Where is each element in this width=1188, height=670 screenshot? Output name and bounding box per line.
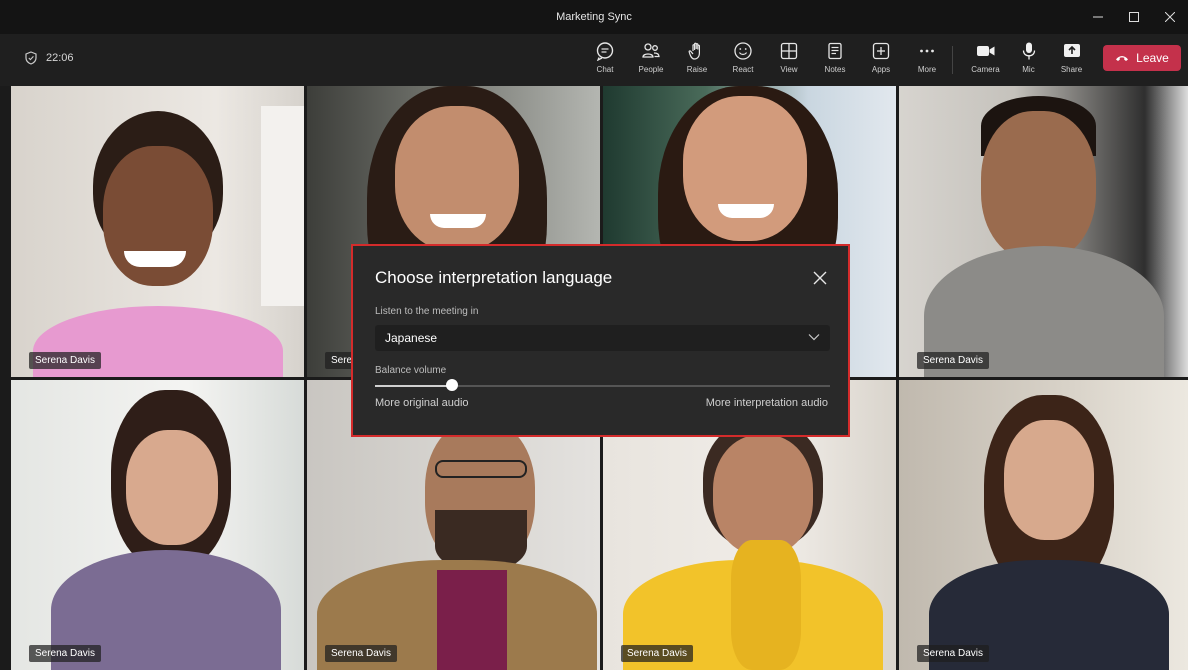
leave-label: Leave [1136, 51, 1169, 65]
participant-name: Serena Davis [917, 645, 990, 662]
participant-video [919, 96, 1179, 377]
leave-button[interactable]: Leave [1103, 45, 1181, 71]
dialog-title: Choose interpretation language [375, 268, 613, 287]
participant-video [317, 420, 597, 670]
slider-fill [375, 385, 453, 387]
apps-icon [872, 42, 890, 60]
react-label: React [732, 65, 754, 74]
participant-name: Serena Davis [325, 645, 398, 662]
participant-video [41, 390, 281, 670]
share-label: Share [1060, 65, 1083, 74]
hang-up-icon [1116, 56, 1129, 61]
people-icon [642, 43, 660, 58]
close-window-button[interactable] [1152, 0, 1188, 34]
meeting-window: Marketing Sync 22:06 Chat People Raise R… [0, 0, 1188, 670]
video-tile[interactable]: Serena Davis [11, 86, 304, 377]
window-controls [1080, 0, 1188, 34]
raise-hand-icon [688, 42, 700, 60]
slider-thumb[interactable] [446, 379, 459, 391]
more-label: More [917, 65, 937, 74]
media-controls: Camera Mic Share [964, 40, 1093, 82]
mic-icon [1022, 42, 1035, 60]
participant-video [613, 420, 893, 670]
raise-label: Raise [686, 65, 708, 74]
more-icon [920, 49, 934, 53]
apps-label: Apps [871, 65, 891, 74]
more-button[interactable]: More [904, 40, 950, 82]
selected-language: Japanese [385, 331, 438, 345]
camera-button[interactable]: Camera [964, 40, 1007, 82]
notes-label: Notes [824, 65, 846, 74]
view-icon [780, 42, 798, 60]
participant-video [929, 395, 1169, 670]
maximize-button[interactable] [1116, 0, 1152, 34]
share-button[interactable]: Share [1050, 40, 1093, 82]
share-icon [1063, 44, 1080, 57]
view-label: View [780, 65, 798, 74]
language-dropdown[interactable]: Japanese [375, 325, 830, 351]
interpretation-audio-label: More interpretation audio [705, 397, 828, 409]
participant-name: Serena Davis [917, 352, 990, 369]
chat-label: Chat [596, 65, 614, 74]
listen-label: Listen to the meeting in [375, 306, 479, 317]
notes-icon [828, 42, 842, 60]
mic-button[interactable]: Mic [1007, 40, 1050, 82]
title-bar: Marketing Sync [0, 0, 1188, 34]
react-icon [734, 42, 752, 60]
meeting-tools: Chat People Raise React View Notes Apps … [582, 40, 950, 82]
meeting-timer: 22:06 [24, 51, 74, 65]
video-tile[interactable]: Serena Davis [11, 380, 304, 670]
apps-button[interactable]: Apps [858, 40, 904, 82]
mic-label: Mic [1022, 65, 1035, 74]
people-label: People [638, 65, 664, 74]
close-dialog-icon[interactable] [812, 270, 828, 286]
participant-name: Serena Davis [621, 645, 694, 662]
interpretation-dialog: Choose interpretation language Listen to… [351, 244, 850, 437]
close-icon [1165, 12, 1175, 22]
video-tile[interactable]: Serena Davis [899, 380, 1188, 670]
minimize-button[interactable] [1080, 0, 1116, 34]
react-button[interactable]: React [720, 40, 766, 82]
chat-button[interactable]: Chat [582, 40, 628, 82]
video-tile[interactable]: Serena Davis [899, 86, 1188, 377]
people-button[interactable]: People [628, 40, 674, 82]
shield-icon [25, 51, 37, 65]
original-audio-label: More original audio [375, 397, 469, 409]
participant-name: Serena Davis [29, 645, 102, 662]
toolbar-divider [952, 46, 953, 74]
camera-label: Camera [971, 65, 1000, 74]
balance-slider[interactable] [375, 379, 830, 391]
balance-label: Balance volume [375, 365, 447, 376]
camera-icon [976, 46, 994, 56]
participant-video [21, 111, 291, 377]
meeting-toolbar: 22:06 Chat People Raise React View Notes… [0, 34, 1188, 86]
raise-hand-button[interactable]: Raise [674, 40, 720, 82]
participant-name: Serena Davis [29, 352, 102, 369]
minimize-icon [1093, 16, 1103, 18]
maximize-icon [1129, 12, 1139, 22]
notes-button[interactable]: Notes [812, 40, 858, 82]
view-button[interactable]: View [766, 40, 812, 82]
chat-icon [596, 42, 614, 61]
window-title: Marketing Sync [556, 11, 632, 23]
chevron-down-icon [808, 334, 820, 341]
timer-text: 22:06 [46, 52, 74, 64]
